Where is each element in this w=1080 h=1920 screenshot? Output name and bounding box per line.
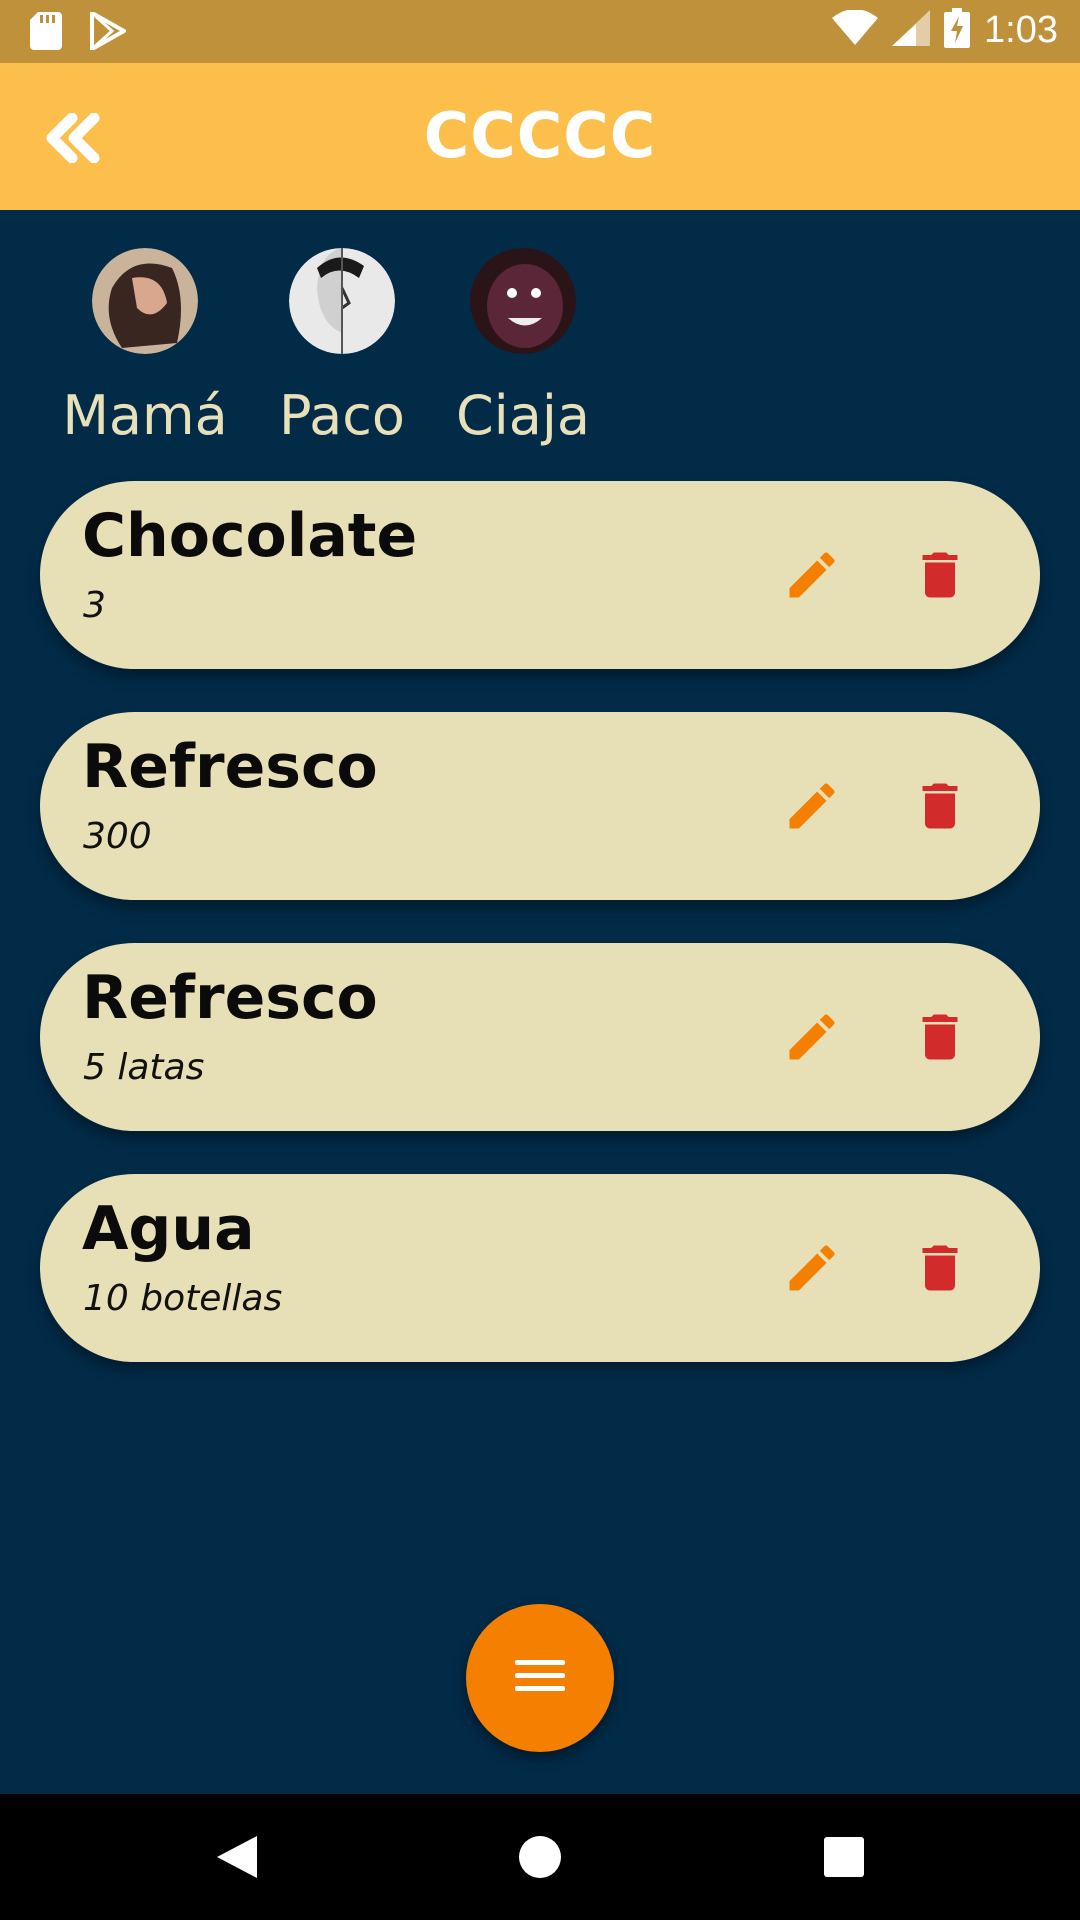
trash-icon	[910, 783, 970, 840]
member-name: Ciaja	[456, 384, 590, 447]
trash-icon	[910, 1014, 970, 1071]
list-item[interactable]: Refresco 300	[40, 712, 1040, 900]
edit-button[interactable]	[782, 1007, 842, 1067]
wifi-icon	[832, 9, 879, 50]
item-detail: 10 botellas	[83, 1278, 283, 1319]
pencil-icon	[782, 783, 842, 840]
member-name: Paco	[279, 384, 405, 447]
menu-icon	[515, 1656, 565, 1700]
member-paco[interactable]: Paco	[242, 248, 442, 447]
nav-recents-button[interactable]	[811, 1824, 877, 1890]
pencil-icon	[782, 1014, 842, 1071]
delete-button[interactable]	[910, 1007, 970, 1067]
system-nav-bar	[0, 1794, 1080, 1920]
signal-icon	[892, 10, 931, 50]
avatar	[92, 248, 198, 354]
item-detail: 5 latas	[83, 1047, 205, 1088]
item-title: Refresco	[82, 732, 378, 802]
item-detail: 3	[83, 585, 106, 626]
avatar	[289, 248, 395, 354]
app-bar: CCCCC	[0, 63, 1080, 210]
edit-button[interactable]	[782, 545, 842, 605]
circle-home-icon	[507, 1836, 573, 1894]
list-item[interactable]: Chocolate 3	[40, 481, 1040, 669]
item-title: Chocolate	[82, 501, 418, 571]
menu-fab-button[interactable]	[466, 1604, 614, 1752]
status-bar: 1:03	[0, 0, 1080, 63]
item-title: Refresco	[82, 963, 378, 1033]
item-detail: 300	[83, 816, 152, 857]
edit-button[interactable]	[782, 776, 842, 836]
square-recents-icon	[811, 1837, 877, 1894]
play-store-icon	[90, 11, 126, 54]
member-mama[interactable]: Mamá	[45, 248, 245, 447]
list-item[interactable]: Refresco 5 latas	[40, 943, 1040, 1131]
status-time: 1:03	[984, 8, 1058, 51]
edit-button[interactable]	[782, 1238, 842, 1298]
member-name: Mamá	[62, 384, 228, 447]
sd-card-icon	[30, 12, 62, 54]
triangle-back-icon	[205, 1836, 271, 1894]
trash-icon	[910, 552, 970, 609]
item-title: Agua	[82, 1194, 255, 1264]
battery-charging-icon	[944, 8, 971, 52]
pencil-icon	[782, 552, 842, 609]
page-title: CCCCC	[423, 99, 657, 172]
member-ciaja[interactable]: Ciaja	[423, 248, 623, 447]
delete-button[interactable]	[910, 545, 970, 605]
delete-button[interactable]	[910, 776, 970, 836]
delete-button[interactable]	[910, 1238, 970, 1298]
nav-back-button[interactable]	[205, 1824, 271, 1890]
trash-icon	[910, 1245, 970, 1302]
nav-home-button[interactable]	[507, 1824, 573, 1890]
members-row: Mamá Paco Ciaja	[0, 248, 1080, 448]
pencil-icon	[782, 1245, 842, 1302]
list-item[interactable]: Agua 10 botellas	[40, 1174, 1040, 1362]
avatar	[470, 248, 576, 354]
